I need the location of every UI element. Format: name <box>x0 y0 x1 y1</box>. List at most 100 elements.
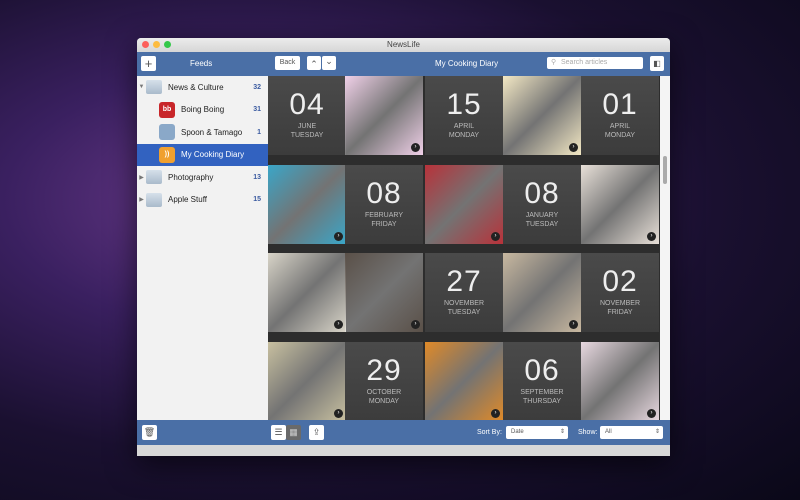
chevron-right-icon[interactable]: › <box>647 409 656 418</box>
weekday: Monday <box>368 398 400 405</box>
date-tile[interactable]: 15 April Monday <box>425 76 503 155</box>
month: February <box>365 212 403 219</box>
article-thumbnail[interactable]: › <box>345 76 423 155</box>
back-button[interactable]: Back <box>275 56 300 70</box>
date-tile[interactable]: 08 January Tuesday <box>503 165 581 244</box>
bottom-bar: 🗑 ☰ ▦ ⇪ Sort By: Date ⇕ Show: All ⇕ <box>137 420 670 445</box>
trash-icon[interactable]: 🗑 <box>142 425 157 440</box>
zoom-button[interactable] <box>164 41 171 48</box>
month: September <box>520 389 564 396</box>
date-tile[interactable]: 02 November Friday <box>581 253 659 332</box>
disclosure-triangle-icon[interactable]: ▼ <box>137 84 146 90</box>
share-icon[interactable]: ⇪ <box>309 425 324 440</box>
date-tile[interactable]: 29 October Monday <box>345 342 423 421</box>
folder-icon <box>146 192 162 207</box>
sidebar-item-label: Boing Boing <box>181 105 225 115</box>
weekday: Friday <box>607 309 633 316</box>
app-window: NewsLife + Feeds Back ⌃ ⌄ My Cooking Dia… <box>137 38 670 456</box>
date-tile[interactable]: 06 September Thursday <box>503 342 581 421</box>
unread-count: 13 <box>253 173 261 181</box>
feed-icon: )) <box>159 146 175 163</box>
folder-icon <box>146 170 162 185</box>
chevron-right-icon[interactable]: › <box>491 232 500 241</box>
date-tile[interactable]: 04 June Tuesday <box>268 76 346 155</box>
feed-icon <box>159 124 175 141</box>
chevron-right-icon[interactable]: › <box>647 232 656 241</box>
feed-icon: bb <box>159 101 175 118</box>
day-number: 06 <box>524 354 560 387</box>
minimize-button[interactable] <box>153 41 160 48</box>
chevron-right-icon[interactable]: › <box>411 143 420 152</box>
article-thumbnail[interactable]: › <box>425 342 503 421</box>
month: June <box>297 123 317 130</box>
article-thumbnail[interactable]: › <box>503 76 581 155</box>
article-grid: 04 June Tuesday › 15 April Monday › 01 April… <box>268 76 660 421</box>
next-button[interactable]: ⌄ <box>322 56 336 70</box>
chevron-right-icon[interactable]: › <box>491 409 500 418</box>
chevron-right-icon[interactable]: › <box>334 232 343 241</box>
sidebar-item[interactable]: ▶ Photography 13 <box>137 166 268 189</box>
day-number: 15 <box>446 88 482 121</box>
disclosure-triangle-icon[interactable]: ▶ <box>137 196 146 203</box>
weekday: Tuesday <box>525 221 559 228</box>
day-number: 29 <box>366 354 402 387</box>
sidebar-item[interactable]: ▶ Apple Stuff 15 <box>137 189 268 212</box>
sidebar-toggle-icon[interactable]: ◧ <box>650 56 664 71</box>
weekday: Tuesday <box>290 132 324 139</box>
window-title: NewsLife <box>387 40 420 49</box>
chevron-right-icon[interactable]: › <box>411 320 420 329</box>
feeds-heading: Feeds <box>190 59 213 68</box>
sidebar-item-label: News & Culture <box>168 82 224 92</box>
weekday: Friday <box>371 221 397 228</box>
sidebar-item[interactable]: ▼ News & Culture 32 <box>137 76 268 99</box>
article-thumbnail[interactable]: › <box>345 253 423 332</box>
sidebar-item[interactable]: bb Boing Boing 31 <box>137 99 268 122</box>
article-thumbnail[interactable]: › <box>581 342 659 421</box>
list-view-icon[interactable]: ☰ <box>271 425 286 440</box>
unread-count: 32 <box>253 83 261 91</box>
scrollbar-thumb[interactable] <box>663 156 667 184</box>
unread-count: 1 <box>257 128 261 136</box>
page-title: My Cooking Diary <box>435 59 499 68</box>
sidebar-item-label: Apple Stuff <box>168 195 207 205</box>
disclosure-triangle-icon[interactable]: ▶ <box>137 174 146 181</box>
chevron-right-icon[interactable]: › <box>334 320 343 329</box>
article-thumbnail[interactable]: › <box>581 165 659 244</box>
unread-count: 15 <box>253 196 261 204</box>
article-thumbnail[interactable]: › <box>503 253 581 332</box>
add-feed-button[interactable]: + <box>141 56 156 71</box>
chevron-right-icon[interactable]: › <box>334 409 343 418</box>
chevron-updown-icon: ⇕ <box>654 429 660 435</box>
chevron-updown-icon: ⇕ <box>559 429 565 435</box>
previous-button[interactable]: ⌃ <box>307 56 321 70</box>
title-bar: NewsLife <box>137 38 670 52</box>
month: April <box>453 123 475 130</box>
sidebar-item[interactable]: Spoon & Tamago 1 <box>137 121 268 144</box>
chevron-right-icon[interactable]: › <box>569 143 578 152</box>
date-tile[interactable]: 01 April Monday <box>581 76 659 155</box>
sort-label: Sort By: <box>477 429 502 436</box>
weekday: Monday <box>448 132 480 139</box>
unread-count: 31 <box>253 106 261 114</box>
day-number: 08 <box>524 177 560 210</box>
sidebar-item-label: Spoon & Tamago <box>181 127 243 137</box>
sort-select[interactable]: Date ⇕ <box>506 426 568 439</box>
date-tile[interactable]: 27 November Tuesday <box>425 253 503 332</box>
close-button[interactable] <box>142 41 149 48</box>
article-thumbnail[interactable]: › <box>268 253 346 332</box>
weekday: Tuesday <box>447 309 481 316</box>
grid-view-icon[interactable]: ▦ <box>286 425 301 440</box>
scrollbar[interactable] <box>660 76 670 420</box>
chevron-right-icon[interactable]: › <box>569 320 578 329</box>
show-value: All <box>605 429 612 435</box>
article-thumbnail[interactable]: › <box>425 165 503 244</box>
article-thumbnail[interactable]: › <box>268 165 346 244</box>
month: October <box>366 389 402 396</box>
sidebar-item-label: My Cooking Diary <box>181 150 245 160</box>
show-select[interactable]: All ⇕ <box>600 426 663 439</box>
article-thumbnail[interactable]: › <box>268 342 346 421</box>
date-tile[interactable]: 08 February Friday <box>345 165 423 244</box>
search-input[interactable]: ⚲ Search articles <box>547 57 643 69</box>
sidebar-item[interactable]: )) My Cooking Diary <box>137 143 268 166</box>
month: January <box>525 212 559 219</box>
